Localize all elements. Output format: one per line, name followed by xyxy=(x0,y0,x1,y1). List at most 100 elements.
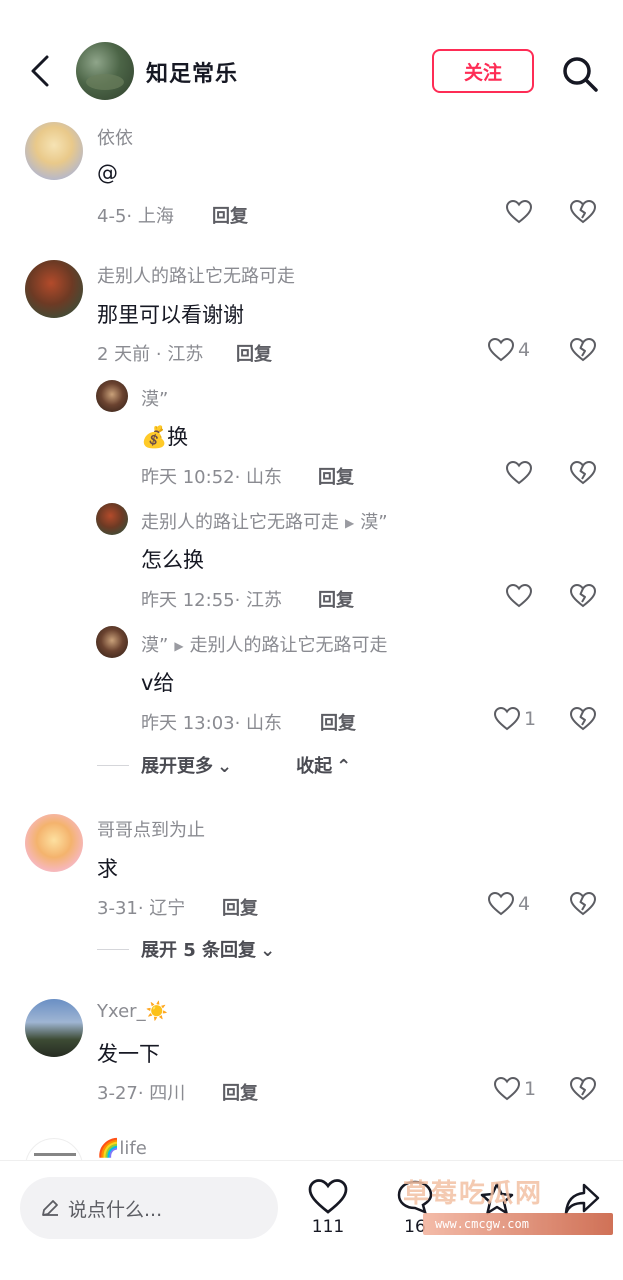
like-button[interactable] xyxy=(506,200,532,224)
like-button[interactable]: 1 xyxy=(494,707,536,731)
author-avatar[interactable] xyxy=(76,42,134,100)
reply-button[interactable]: 回复 xyxy=(222,1079,258,1105)
chevron-up-icon: ⌃ xyxy=(336,756,352,777)
comment-username[interactable]: 走别人的路让它无路可走 xyxy=(97,262,295,288)
reply-avatar[interactable] xyxy=(96,626,128,658)
reply-arrow-icon: ▶ xyxy=(174,639,184,653)
reply-username[interactable]: 走别人的路让它无路可走 xyxy=(141,512,339,533)
heart-icon xyxy=(506,584,532,608)
like-count: 1 xyxy=(524,1078,537,1100)
reply-meta: 昨天 12:55· 江苏 xyxy=(141,590,283,611)
expand-more-label: 展开更多 xyxy=(141,756,213,777)
chevron-left-icon xyxy=(31,55,49,87)
like-count: 4 xyxy=(518,893,531,915)
dislike-button[interactable] xyxy=(569,199,597,228)
comment-meta: 3-31· 辽宁 xyxy=(97,898,186,919)
reply-button[interactable]: 回复 xyxy=(318,586,354,612)
reply-avatar[interactable] xyxy=(96,503,128,535)
comment-meta: 4-5· 上海 xyxy=(97,206,174,227)
like-post-button[interactable]: 111 xyxy=(308,1179,348,1237)
comment-text: 发一下 xyxy=(97,1042,160,1066)
comment-username[interactable]: 🌈life xyxy=(97,1138,147,1159)
broken-heart-icon xyxy=(569,706,597,731)
broken-heart-icon xyxy=(569,199,597,224)
user-avatar[interactable] xyxy=(25,814,83,872)
collapse-label: 收起 xyxy=(296,756,333,777)
pencil-icon xyxy=(42,1200,58,1216)
expand-replies-button[interactable]: 展开 5 条回复 ⌄ xyxy=(141,936,275,962)
like-button[interactable] xyxy=(506,461,532,485)
author-name[interactable]: 知足常乐 xyxy=(146,56,238,88)
search-icon xyxy=(563,57,598,92)
comment-username[interactable]: Yxer_☀️ xyxy=(97,1001,168,1022)
user-avatar[interactable] xyxy=(25,999,83,1057)
comment-username[interactable]: 哥哥点到为止 xyxy=(97,816,205,842)
collapse-button[interactable]: 收起 ⌃ xyxy=(296,752,351,778)
user-avatar[interactable] xyxy=(25,1138,83,1160)
dislike-button[interactable] xyxy=(569,891,597,920)
bottom-bar: 说点什么... 111 16 草莓吃瓜网 www.cmcgw.com xyxy=(0,1160,623,1280)
reply-button[interactable]: 回复 xyxy=(318,463,354,489)
expand-replies-label: 展开 5 条回复 xyxy=(141,940,257,961)
reply-arrow-icon: ▶ xyxy=(345,516,355,530)
comment-text: 那里可以看谢谢 xyxy=(97,303,244,327)
reply-text: 怎么换 xyxy=(141,548,204,572)
reply-meta: 昨天 13:03· 山东 xyxy=(141,713,283,734)
like-count: 4 xyxy=(518,339,531,361)
user-avatar[interactable] xyxy=(25,122,83,180)
comment-list[interactable]: 依依 @ 4-5· 上海 回复 走别人的路让它无路可走 那里可以看谢谢 2 天前… xyxy=(0,116,623,1160)
heart-icon xyxy=(488,892,514,916)
reply-button[interactable]: 回复 xyxy=(320,709,356,735)
comment-input-placeholder: 说点什么... xyxy=(68,1198,163,1221)
expand-more-button[interactable]: 展开更多 ⌄ xyxy=(141,752,232,778)
reply-button[interactable]: 回复 xyxy=(222,894,258,920)
like-button[interactable] xyxy=(506,584,532,608)
comment-count-button[interactable]: 16 xyxy=(396,1179,434,1237)
back-button[interactable] xyxy=(22,48,58,94)
reply-to-username[interactable]: 走别人的路让它无路可走 xyxy=(190,635,388,656)
comment-username[interactable]: 依依 xyxy=(97,124,133,150)
comment-text: 求 xyxy=(97,857,118,881)
replies-controls: 展开 5 条回复 ⌄ xyxy=(97,936,275,962)
heart-icon xyxy=(488,338,514,362)
reply-avatar[interactable] xyxy=(96,380,128,412)
chevron-down-icon: ⌄ xyxy=(217,756,233,777)
comment-meta: 3-27· 四川 xyxy=(97,1083,186,1104)
divider-line xyxy=(97,764,129,766)
reply-text: v给 xyxy=(141,671,175,695)
search-button[interactable] xyxy=(560,54,600,94)
share-button[interactable] xyxy=(562,1181,602,1217)
dislike-button[interactable] xyxy=(569,460,597,489)
heart-icon xyxy=(506,200,532,224)
chevron-down-icon: ⌄ xyxy=(260,940,276,961)
divider-line xyxy=(97,948,129,950)
heart-icon xyxy=(308,1179,348,1214)
share-icon xyxy=(564,1183,600,1215)
like-button[interactable]: 4 xyxy=(488,338,530,362)
broken-heart-icon xyxy=(569,460,597,485)
comment-count: 16 xyxy=(404,1217,426,1237)
reply-button[interactable]: 回复 xyxy=(236,340,272,366)
broken-heart-icon xyxy=(569,891,597,916)
dislike-button[interactable] xyxy=(569,583,597,612)
heart-icon xyxy=(494,1077,520,1101)
reply-username-row: 漠” ▶ 走别人的路让它无路可走 xyxy=(141,631,388,657)
broken-heart-icon xyxy=(569,337,597,362)
heart-icon xyxy=(494,707,520,731)
reply-username[interactable]: 漠” xyxy=(141,385,168,411)
like-button[interactable]: 4 xyxy=(488,892,530,916)
like-button[interactable]: 1 xyxy=(494,1077,536,1101)
dislike-button[interactable] xyxy=(569,337,597,366)
replies-controls: 展开更多 ⌄ 收起 ⌃ xyxy=(97,752,351,778)
follow-button[interactable]: 关注 xyxy=(432,49,534,93)
comment-input[interactable]: 说点什么... xyxy=(20,1177,278,1239)
reply-username[interactable]: 漠” xyxy=(141,635,168,656)
broken-heart-icon xyxy=(569,583,597,608)
reply-button[interactable]: 回复 xyxy=(212,202,248,228)
dislike-button[interactable] xyxy=(569,1076,597,1105)
user-avatar[interactable] xyxy=(25,260,83,318)
reply-to-username[interactable]: 漠” xyxy=(360,512,387,533)
dislike-button[interactable] xyxy=(569,706,597,735)
star-icon xyxy=(480,1182,514,1215)
favorite-button[interactable] xyxy=(478,1181,516,1217)
